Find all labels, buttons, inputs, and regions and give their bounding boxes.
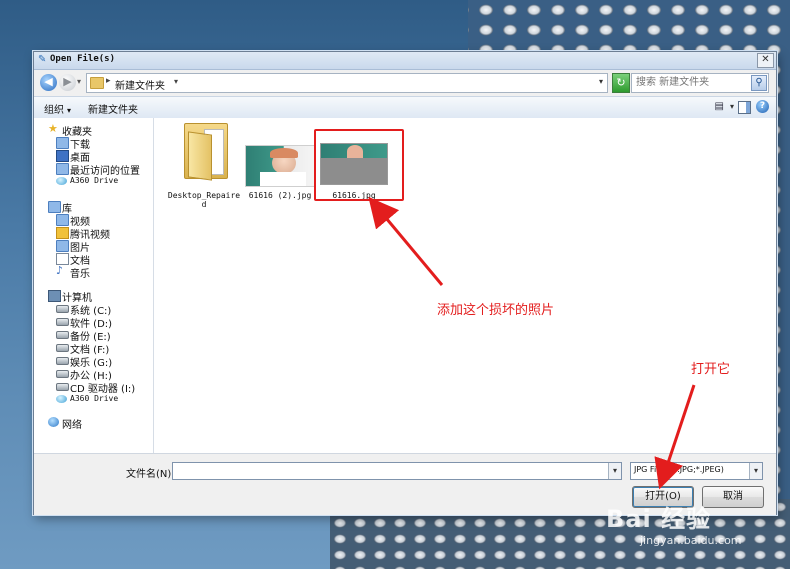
filename-chevron-down-icon[interactable]: ▾ xyxy=(608,463,621,479)
folder-icon xyxy=(184,123,228,181)
cancel-button[interactable]: 取消 xyxy=(702,486,764,508)
file-type-value: JPG Files (*.JPG;*.JPEG) xyxy=(634,465,724,474)
drive-icon xyxy=(56,331,69,339)
refresh-icon[interactable]: ↻ xyxy=(612,73,630,93)
computer-icon xyxy=(48,290,61,302)
breadcrumb-chevron-down-icon[interactable]: ▾ xyxy=(174,77,178,86)
filename-combobox[interactable]: ▾ xyxy=(172,462,622,480)
forward-arrow-icon[interactable]: ▶ xyxy=(59,74,76,91)
cloud-drive-icon xyxy=(56,395,67,403)
breadcrumb-separator-icon[interactable]: ▸ xyxy=(106,76,111,86)
library-icon xyxy=(48,201,61,213)
system-drive-icon xyxy=(56,305,69,313)
organize-chevron-down-icon: ▾ xyxy=(67,106,72,115)
navigation-bar: ◀ ▶ ▾ ▸ 新建文件夹 ▾ ▾ ↻ ⚲ xyxy=(34,72,776,94)
help-icon[interactable]: ? xyxy=(756,100,769,113)
open-file-dialog: ✎ Open File(s) ✕ ◀ ▶ ▾ ▸ 新建文件夹 ▾ ▾ ↻ ⚲ 组… xyxy=(33,51,777,515)
address-bar[interactable]: ▸ 新建文件夹 ▾ ▾ xyxy=(86,73,608,93)
image-thumbnail xyxy=(245,145,315,187)
annotation-open-it: 打开它 xyxy=(691,362,731,377)
filename-label: 文件名(N): xyxy=(126,469,175,480)
cloud-drive-icon xyxy=(56,177,67,185)
star-icon: ★ xyxy=(48,122,58,135)
music-note-icon: ♪ xyxy=(56,264,64,277)
window-title: Open File(s) xyxy=(50,54,116,64)
download-folder-icon xyxy=(56,137,69,149)
command-bar: 组织 ▾ 新建文件夹 ▤ ▾ ? xyxy=(34,96,776,120)
history-chevron-down-icon[interactable]: ▾ xyxy=(77,77,81,86)
file-name-line1: Desktop_Repaire xyxy=(167,191,241,200)
file-type-chevron-down-icon[interactable]: ▾ xyxy=(749,463,762,479)
view-chevron-down-icon[interactable]: ▾ xyxy=(730,102,734,111)
preview-pane-icon[interactable] xyxy=(738,101,751,114)
annotation-add-corrupted-photo: 添加这个损坏的照片 xyxy=(437,303,555,318)
cd-drive-icon xyxy=(56,383,69,391)
drive-icon xyxy=(56,357,69,365)
close-button[interactable]: ✕ xyxy=(757,53,774,68)
file-type-select[interactable]: JPG Files (*.JPG;*.JPEG) ▾ xyxy=(630,462,763,480)
title-bar: ✎ Open File(s) ✕ xyxy=(34,52,776,70)
app-icon: ✎ xyxy=(38,54,47,65)
recent-places-icon xyxy=(56,163,69,175)
dialog-body: ★ 收藏夹 下载 桌面 最近访问的位置 A360 Drive 库 视频 腾讯视频 … xyxy=(34,118,776,453)
drive-icon xyxy=(56,318,69,326)
back-arrow-icon[interactable]: ◀ xyxy=(40,74,57,91)
file-item-folder[interactable]: Desktop_Repaire d xyxy=(166,123,242,213)
file-name: 61616 (2).jpg xyxy=(248,191,312,200)
organize-button[interactable]: 组织 ▾ xyxy=(44,101,71,116)
file-name-line2: d xyxy=(201,200,207,209)
drive-icon xyxy=(56,370,69,378)
picture-library-icon xyxy=(56,240,69,252)
search-box[interactable]: ⚲ xyxy=(631,73,769,93)
file-item-image-2[interactable]: 61616 (2).jpg xyxy=(242,123,318,213)
drive-icon xyxy=(56,344,69,352)
new-folder-button[interactable]: 新建文件夹 xyxy=(88,101,138,116)
highlight-box xyxy=(314,129,404,201)
address-history-chevron-down-icon[interactable]: ▾ xyxy=(599,77,603,86)
filename-input[interactable] xyxy=(173,463,609,478)
folder-icon xyxy=(90,77,104,89)
file-list[interactable]: Desktop_Repaire d 61616 (2).jpg 61616.jp… xyxy=(154,118,776,453)
navigation-pane[interactable]: ★ 收藏夹 下载 桌面 最近访问的位置 A360 Drive 库 视频 腾讯视频 … xyxy=(34,118,154,453)
tencent-video-icon xyxy=(56,227,69,239)
breadcrumb-current[interactable]: 新建文件夹 xyxy=(115,77,165,92)
network-icon xyxy=(48,417,59,427)
search-icon[interactable]: ⚲ xyxy=(751,75,767,91)
video-library-icon xyxy=(56,214,69,226)
baidu-watermark-logo: Bai 经验 xyxy=(606,505,712,533)
view-options-icon[interactable]: ▤ xyxy=(715,101,724,112)
search-input[interactable] xyxy=(632,74,752,90)
organize-label: 组织 xyxy=(44,105,64,116)
desktop-icon xyxy=(56,150,69,162)
baidu-watermark-url: jingyan.baidu.com xyxy=(640,534,742,547)
